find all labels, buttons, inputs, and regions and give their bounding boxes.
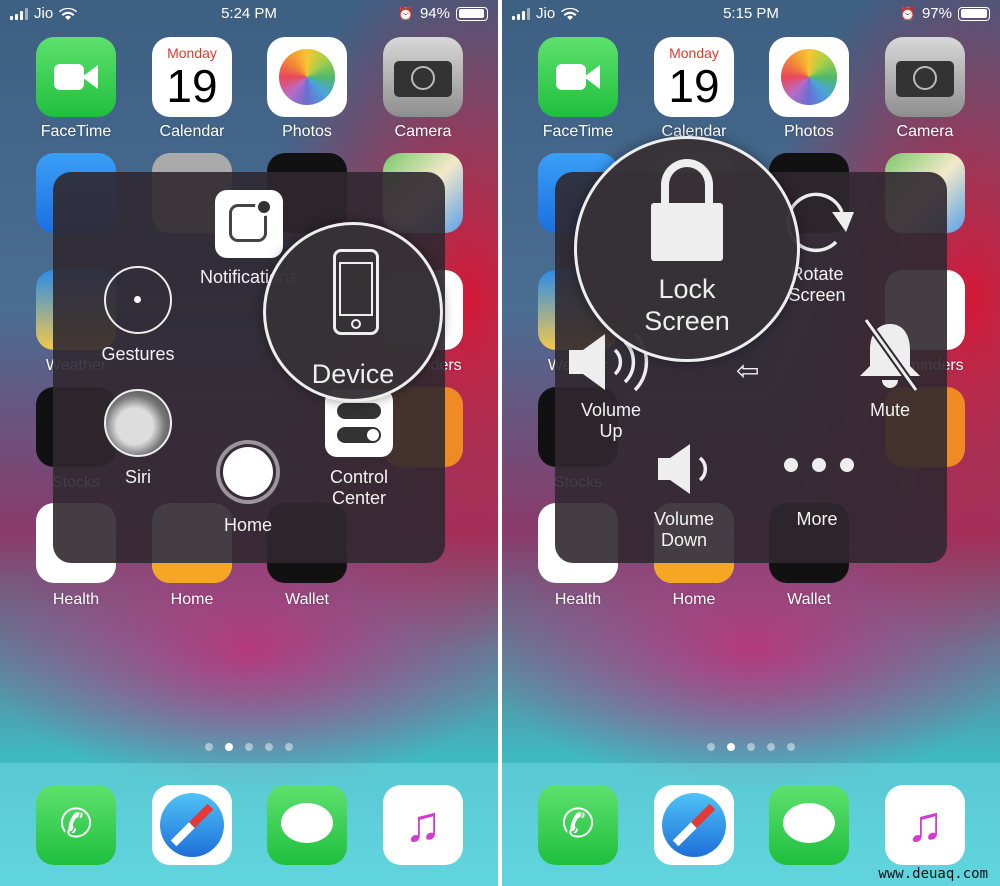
app-label: Calendar	[159, 123, 225, 140]
watermark: www.deuaq.com	[878, 866, 988, 882]
app-photos[interactable]	[267, 37, 347, 117]
app-label: Photos	[282, 123, 332, 140]
app-facetime[interactable]	[538, 37, 618, 117]
notifications-icon	[215, 190, 283, 258]
app-calendar[interactable]: Monday 19	[152, 37, 232, 117]
app-label: Wallet	[285, 591, 329, 608]
device-label: Device	[311, 359, 395, 389]
right-phone-screen: Jio 5:15 PM ⏰ 97% Monday 19 FaceTime Calend…	[502, 0, 1000, 886]
app-photos[interactable]	[769, 37, 849, 117]
calendar-date: 19	[166, 60, 218, 112]
home-icon	[216, 440, 280, 504]
divider	[498, 0, 502, 886]
menu-label: Volume Down	[653, 509, 715, 550]
status-bar: Jio 5:15 PM ⏰ 97%	[502, 5, 1000, 25]
battery-percent: 94%	[419, 5, 450, 22]
page-dot[interactable]	[747, 743, 755, 751]
lock-screen-label: Lock Screen	[644, 274, 730, 336]
app-label: Health	[554, 591, 602, 608]
left-phone-screen: Jio 5:24 PM ⏰ 94% Monday 19 FaceTime Calend…	[0, 0, 498, 886]
mute-bell-icon	[860, 318, 920, 392]
page-dot[interactable]	[245, 743, 253, 751]
alarm-icon: ⏰	[899, 5, 916, 21]
alarm-icon: ⏰	[397, 5, 414, 21]
back-arrow-button[interactable]: ⇦	[736, 354, 759, 387]
more-icon	[784, 458, 854, 472]
back-arrow-icon: ⇦	[736, 355, 760, 386]
page-dot[interactable]	[205, 743, 213, 751]
page-dot[interactable]	[767, 743, 775, 751]
page-dot[interactable]	[707, 743, 715, 751]
app-facetime[interactable]	[36, 37, 116, 117]
app-label: FaceTime	[40, 123, 112, 140]
menu-label: Gestures	[101, 344, 175, 364]
lock-icon	[651, 159, 723, 263]
menu-label: Volume Up	[580, 400, 642, 441]
app-label: FaceTime	[542, 123, 614, 140]
app-phone[interactable]: ✆	[36, 785, 116, 865]
app-music[interactable]: ♫	[383, 785, 463, 865]
siri-icon	[104, 389, 172, 457]
app-messages[interactable]	[267, 785, 347, 865]
page-indicator[interactable]	[502, 743, 1000, 751]
app-label: Wallet	[787, 591, 831, 608]
page-dot[interactable]	[727, 743, 735, 751]
app-safari[interactable]	[654, 785, 734, 865]
battery-icon	[456, 6, 488, 21]
app-label: Camera	[394, 123, 452, 140]
calendar-date: 19	[668, 60, 720, 112]
page-indicator[interactable]	[0, 743, 498, 751]
volume-down-icon	[658, 444, 708, 494]
menu-label: More	[796, 509, 838, 529]
menu-label: Control Center	[329, 467, 389, 508]
app-label: Home	[672, 591, 716, 608]
gestures-icon	[104, 266, 172, 334]
app-label: Camera	[896, 123, 954, 140]
app-messages[interactable]	[769, 785, 849, 865]
app-label: Photos	[784, 123, 834, 140]
app-safari[interactable]	[152, 785, 232, 865]
app-label: Home	[170, 591, 214, 608]
app-phone[interactable]: ✆	[538, 785, 618, 865]
menu-label: Mute	[869, 400, 911, 420]
battery-icon	[958, 6, 990, 21]
device-icon	[333, 249, 379, 335]
app-label: Health	[52, 591, 100, 608]
menu-label: Siri	[125, 467, 151, 487]
page-dot[interactable]	[285, 743, 293, 751]
app-calendar[interactable]: Monday 19	[654, 37, 734, 117]
page-dot[interactable]	[225, 743, 233, 751]
app-camera[interactable]	[383, 37, 463, 117]
app-music[interactable]: ♫	[885, 785, 965, 865]
page-dot[interactable]	[265, 743, 273, 751]
lock-screen-button-magnified[interactable]: Lock Screen	[574, 136, 800, 362]
device-button-magnified[interactable]: Device	[263, 222, 443, 402]
status-bar: Jio 5:24 PM ⏰ 94%	[0, 5, 498, 25]
page-dot[interactable]	[787, 743, 795, 751]
battery-percent: 97%	[921, 5, 952, 22]
app-camera[interactable]	[885, 37, 965, 117]
menu-label: Home	[223, 515, 272, 535]
